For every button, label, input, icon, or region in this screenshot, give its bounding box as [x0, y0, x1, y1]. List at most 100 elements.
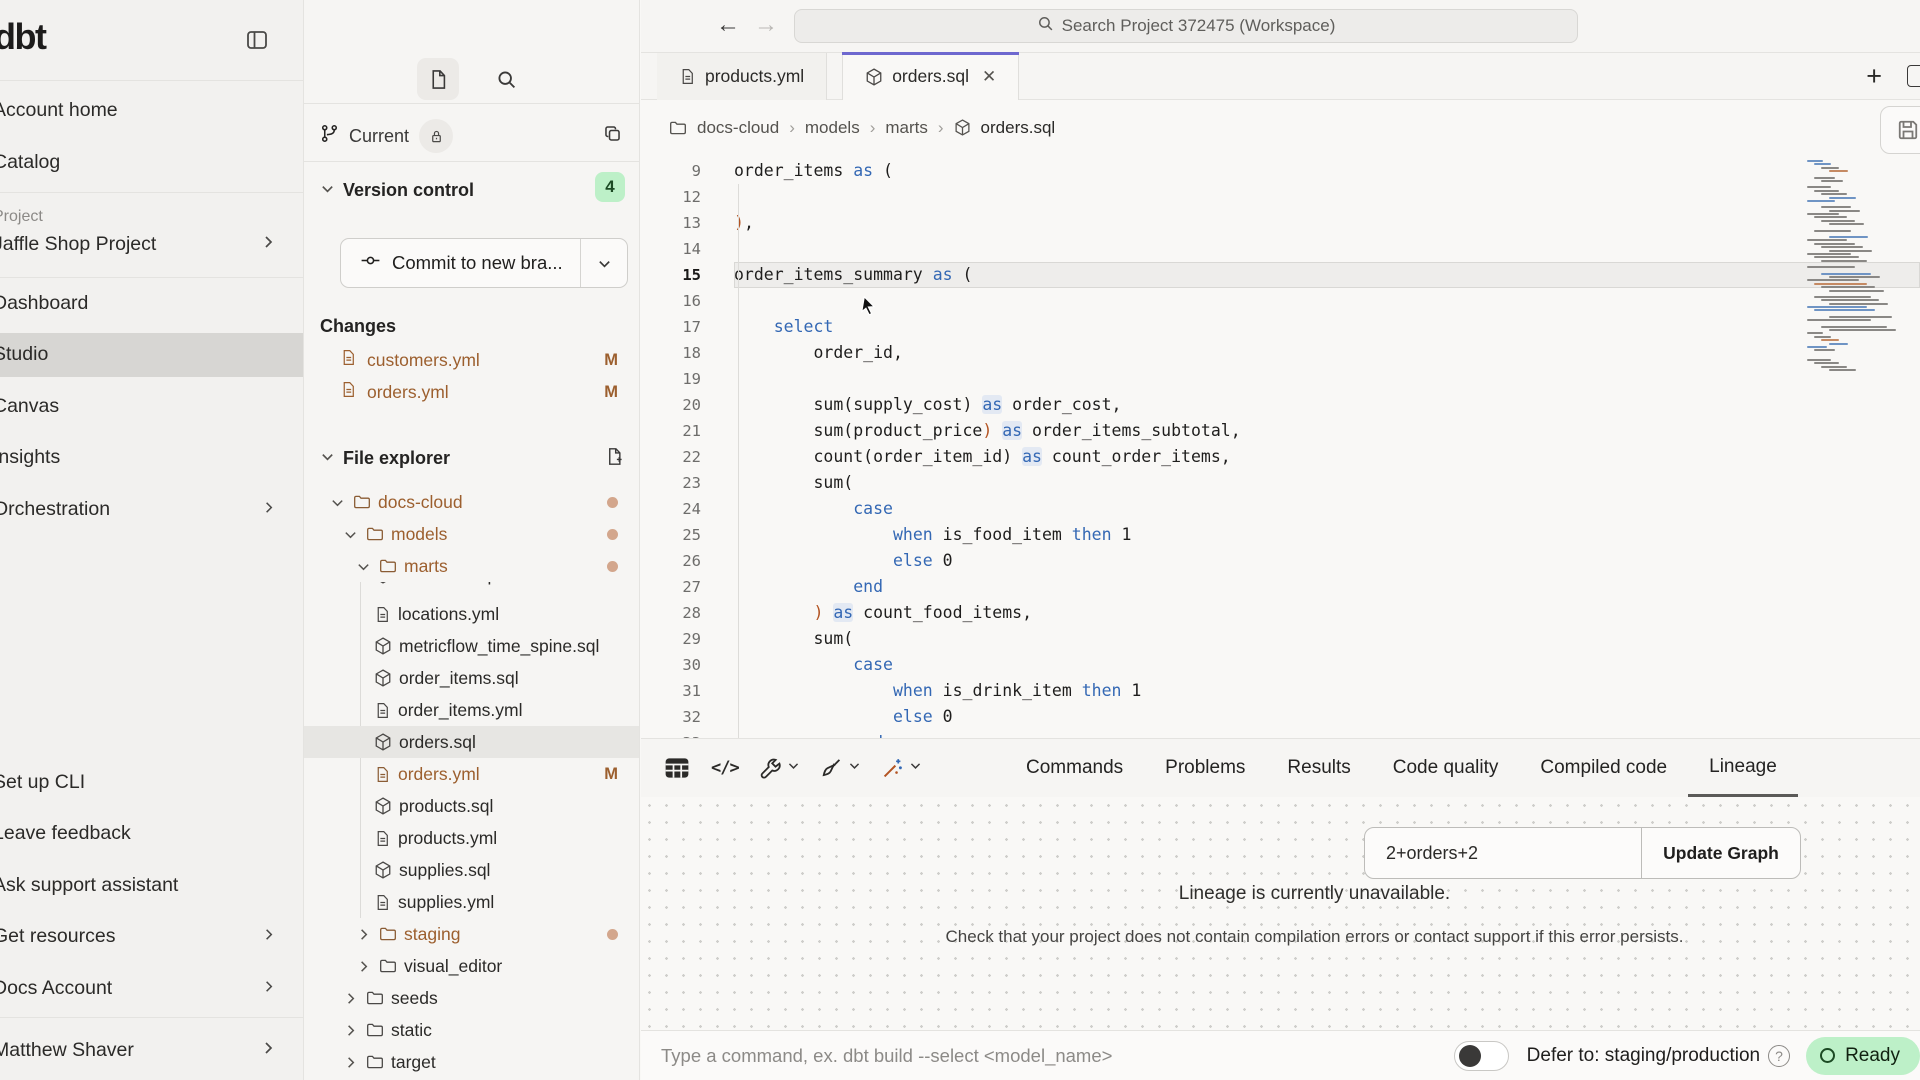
tree-item-orders.yml[interactable]: orders.ymlM — [304, 758, 640, 790]
update-graph-button[interactable]: Update Graph — [1642, 828, 1800, 878]
collapse-sidebar-icon[interactable] — [245, 28, 269, 52]
tree-item-visual_editor[interactable]: visual_editor — [304, 950, 640, 982]
build-tools-icon[interactable] — [759, 757, 800, 780]
yml-file-icon — [374, 702, 391, 719]
bottom-tab-lineage[interactable]: Lineage — [1688, 739, 1798, 797]
nav-item-leave-feedback[interactable]: Leave feedback — [0, 812, 304, 856]
bottom-tab-problems[interactable]: Problems — [1144, 739, 1266, 797]
tree-item-staging[interactable]: staging — [304, 918, 640, 950]
save-button[interactable] — [1880, 106, 1920, 154]
tree-item-marts[interactable]: marts — [304, 550, 640, 582]
code-line-9: 9order_items as ( — [641, 158, 1920, 184]
changed-file-orders.yml[interactable]: orders.ymlM — [304, 376, 640, 408]
code-line-30: 30 case — [641, 652, 1920, 678]
modified-badge: M — [604, 765, 618, 784]
nav-item-ask-support-assistant[interactable]: Ask support assistant — [0, 863, 304, 907]
bottom-toolbar: </> — [641, 739, 961, 797]
tree-item-order_items.sql[interactable]: order_items.sql — [304, 662, 640, 694]
nav-item-docs-account[interactable]: Docs Account — [0, 966, 304, 1010]
new-tab-icon[interactable]: + — [1866, 61, 1882, 92]
tree-item-target[interactable]: target — [304, 1046, 640, 1078]
chevron-right-icon — [343, 991, 359, 1006]
tree-item-products.sql[interactable]: products.sql — [304, 790, 640, 822]
bottom-tab-compiled-code[interactable]: Compiled code — [1519, 739, 1688, 797]
split-editor-icon[interactable] — [1907, 65, 1920, 87]
model-cube-icon — [374, 797, 392, 815]
nav-item-studio[interactable]: Studio — [0, 333, 304, 377]
code-view-icon[interactable]: </> — [711, 758, 739, 778]
nav-item-project[interactable]: Jaffle Shop Project — [0, 222, 304, 266]
format-broom-icon[interactable] — [820, 757, 861, 780]
code-line-15: 15order_items_summary as ( — [641, 262, 1920, 288]
new-file-icon[interactable] — [605, 447, 624, 471]
back-arrow-icon[interactable]: ← — [716, 11, 740, 39]
help-icon[interactable]: ? — [1768, 1045, 1790, 1067]
bottom-tab-list: CommandsProblemsResultsCode qualityCompi… — [1005, 739, 1798, 797]
model-cube-icon — [954, 119, 971, 136]
tree-item-models[interactable]: models — [304, 518, 640, 550]
copy-icon[interactable] — [603, 124, 622, 148]
modified-badge: M — [604, 351, 618, 370]
editor-tab-products.yml[interactable]: products.yml — [657, 53, 827, 100]
code-minimap[interactable] — [1807, 160, 1902, 395]
tree-item-seeds[interactable]: seeds — [304, 982, 640, 1014]
yml-file-icon — [340, 381, 357, 403]
defer-toggle[interactable] — [1454, 1041, 1509, 1071]
project-search-input[interactable]: Search Project 372475 (Workspace) — [794, 9, 1578, 43]
code-line-33: 33 end — [641, 730, 1920, 738]
lineage-selector-input[interactable]: 2+orders+2 — [1365, 828, 1642, 878]
breadcrumb-item[interactable]: docs-cloud — [697, 118, 779, 138]
commit-button[interactable]: Commit to new bra... — [341, 239, 581, 287]
results-table-icon[interactable] — [663, 754, 691, 782]
top-bar: ← → Search Project 372475 (Workspace) — [641, 0, 1920, 52]
tree-item-static[interactable]: static — [304, 1014, 640, 1046]
tree-item-supplies.sql[interactable]: supplies.sql — [304, 854, 640, 886]
tree-item-locations.yml[interactable]: locations.yml — [304, 598, 640, 630]
breadcrumb-item[interactable]: models — [805, 118, 860, 138]
code-editor[interactable]: 9order_items as (12 13),14 15order_items… — [641, 155, 1920, 738]
bottom-tab-code-quality[interactable]: Code quality — [1372, 739, 1520, 797]
unsaved-dot — [607, 497, 618, 508]
code-line-23: 23 sum( — [641, 470, 1920, 496]
tree-item-products.yml[interactable]: products.yml — [304, 822, 640, 854]
tree-item-order_items.yml[interactable]: order_items.yml — [304, 694, 640, 726]
dbt-studio-app: dbt Account homeCatalog Project Jaffle S… — [0, 0, 1920, 1080]
nav-item-insights[interactable]: Insights — [0, 436, 304, 480]
nav-item-catalog[interactable]: Catalog — [0, 140, 304, 184]
folder-icon — [379, 557, 397, 575]
bottom-tab-commands[interactable]: Commands — [1005, 739, 1144, 797]
code-line-12: 12 — [641, 184, 1920, 210]
breadcrumb-item[interactable]: marts — [885, 118, 928, 138]
ai-wand-icon[interactable] — [881, 757, 922, 780]
tree-item-locations.sql[interactable]: locations.sql — [304, 582, 640, 598]
branch-selector[interactable]: Current — [304, 112, 640, 160]
chevron-right-icon — [356, 927, 372, 942]
status-badge: Ready — [1806, 1037, 1920, 1075]
file-explorer-header[interactable]: File explorer — [320, 448, 624, 469]
command-input[interactable]: Type a command, ex. dbt build --select <… — [661, 1045, 1454, 1067]
close-tab-icon[interactable]: ✕ — [982, 67, 996, 87]
nav-item-get-resources[interactable]: Get resources — [0, 915, 304, 959]
nav-item-dashboard[interactable]: Dashboard — [0, 281, 304, 325]
editor-tab-orders.sql[interactable]: orders.sql✕ — [842, 53, 1019, 100]
bottom-tab-results[interactable]: Results — [1266, 739, 1371, 797]
search-icon[interactable] — [485, 58, 527, 100]
nav-item-user[interactable]: Matthew Shaver — [0, 1028, 304, 1072]
folder-icon — [353, 493, 371, 511]
nav-item-orchestration[interactable]: Orchestration — [0, 487, 304, 531]
code-indent-guide — [738, 184, 739, 739]
nav-item-canvas[interactable]: Canvas — [0, 384, 304, 428]
editor-area: ← → Search Project 372475 (Workspace) + … — [641, 0, 1920, 1080]
tree-item-docs-cloud[interactable]: docs-cloud — [304, 486, 640, 518]
tree-item-orders.sql[interactable]: orders.sql — [304, 726, 640, 758]
file-icon[interactable] — [417, 58, 459, 100]
changed-file-customers.yml[interactable]: customers.ymlM — [304, 344, 640, 376]
tree-item-metricflow_time_spine.sql[interactable]: metricflow_time_spine.sql — [304, 630, 640, 662]
breadcrumb-file[interactable]: orders.sql — [981, 118, 1056, 138]
forward-arrow-icon[interactable]: → — [754, 11, 778, 39]
version-control-header[interactable]: Version control — [320, 180, 474, 201]
commit-dropdown-button[interactable] — [581, 239, 627, 287]
nav-item-set-up-cli[interactable]: Set up CLI — [0, 760, 304, 804]
nav-item-account-home[interactable]: Account home — [0, 88, 304, 132]
tree-item-supplies.yml[interactable]: supplies.yml — [304, 886, 640, 918]
